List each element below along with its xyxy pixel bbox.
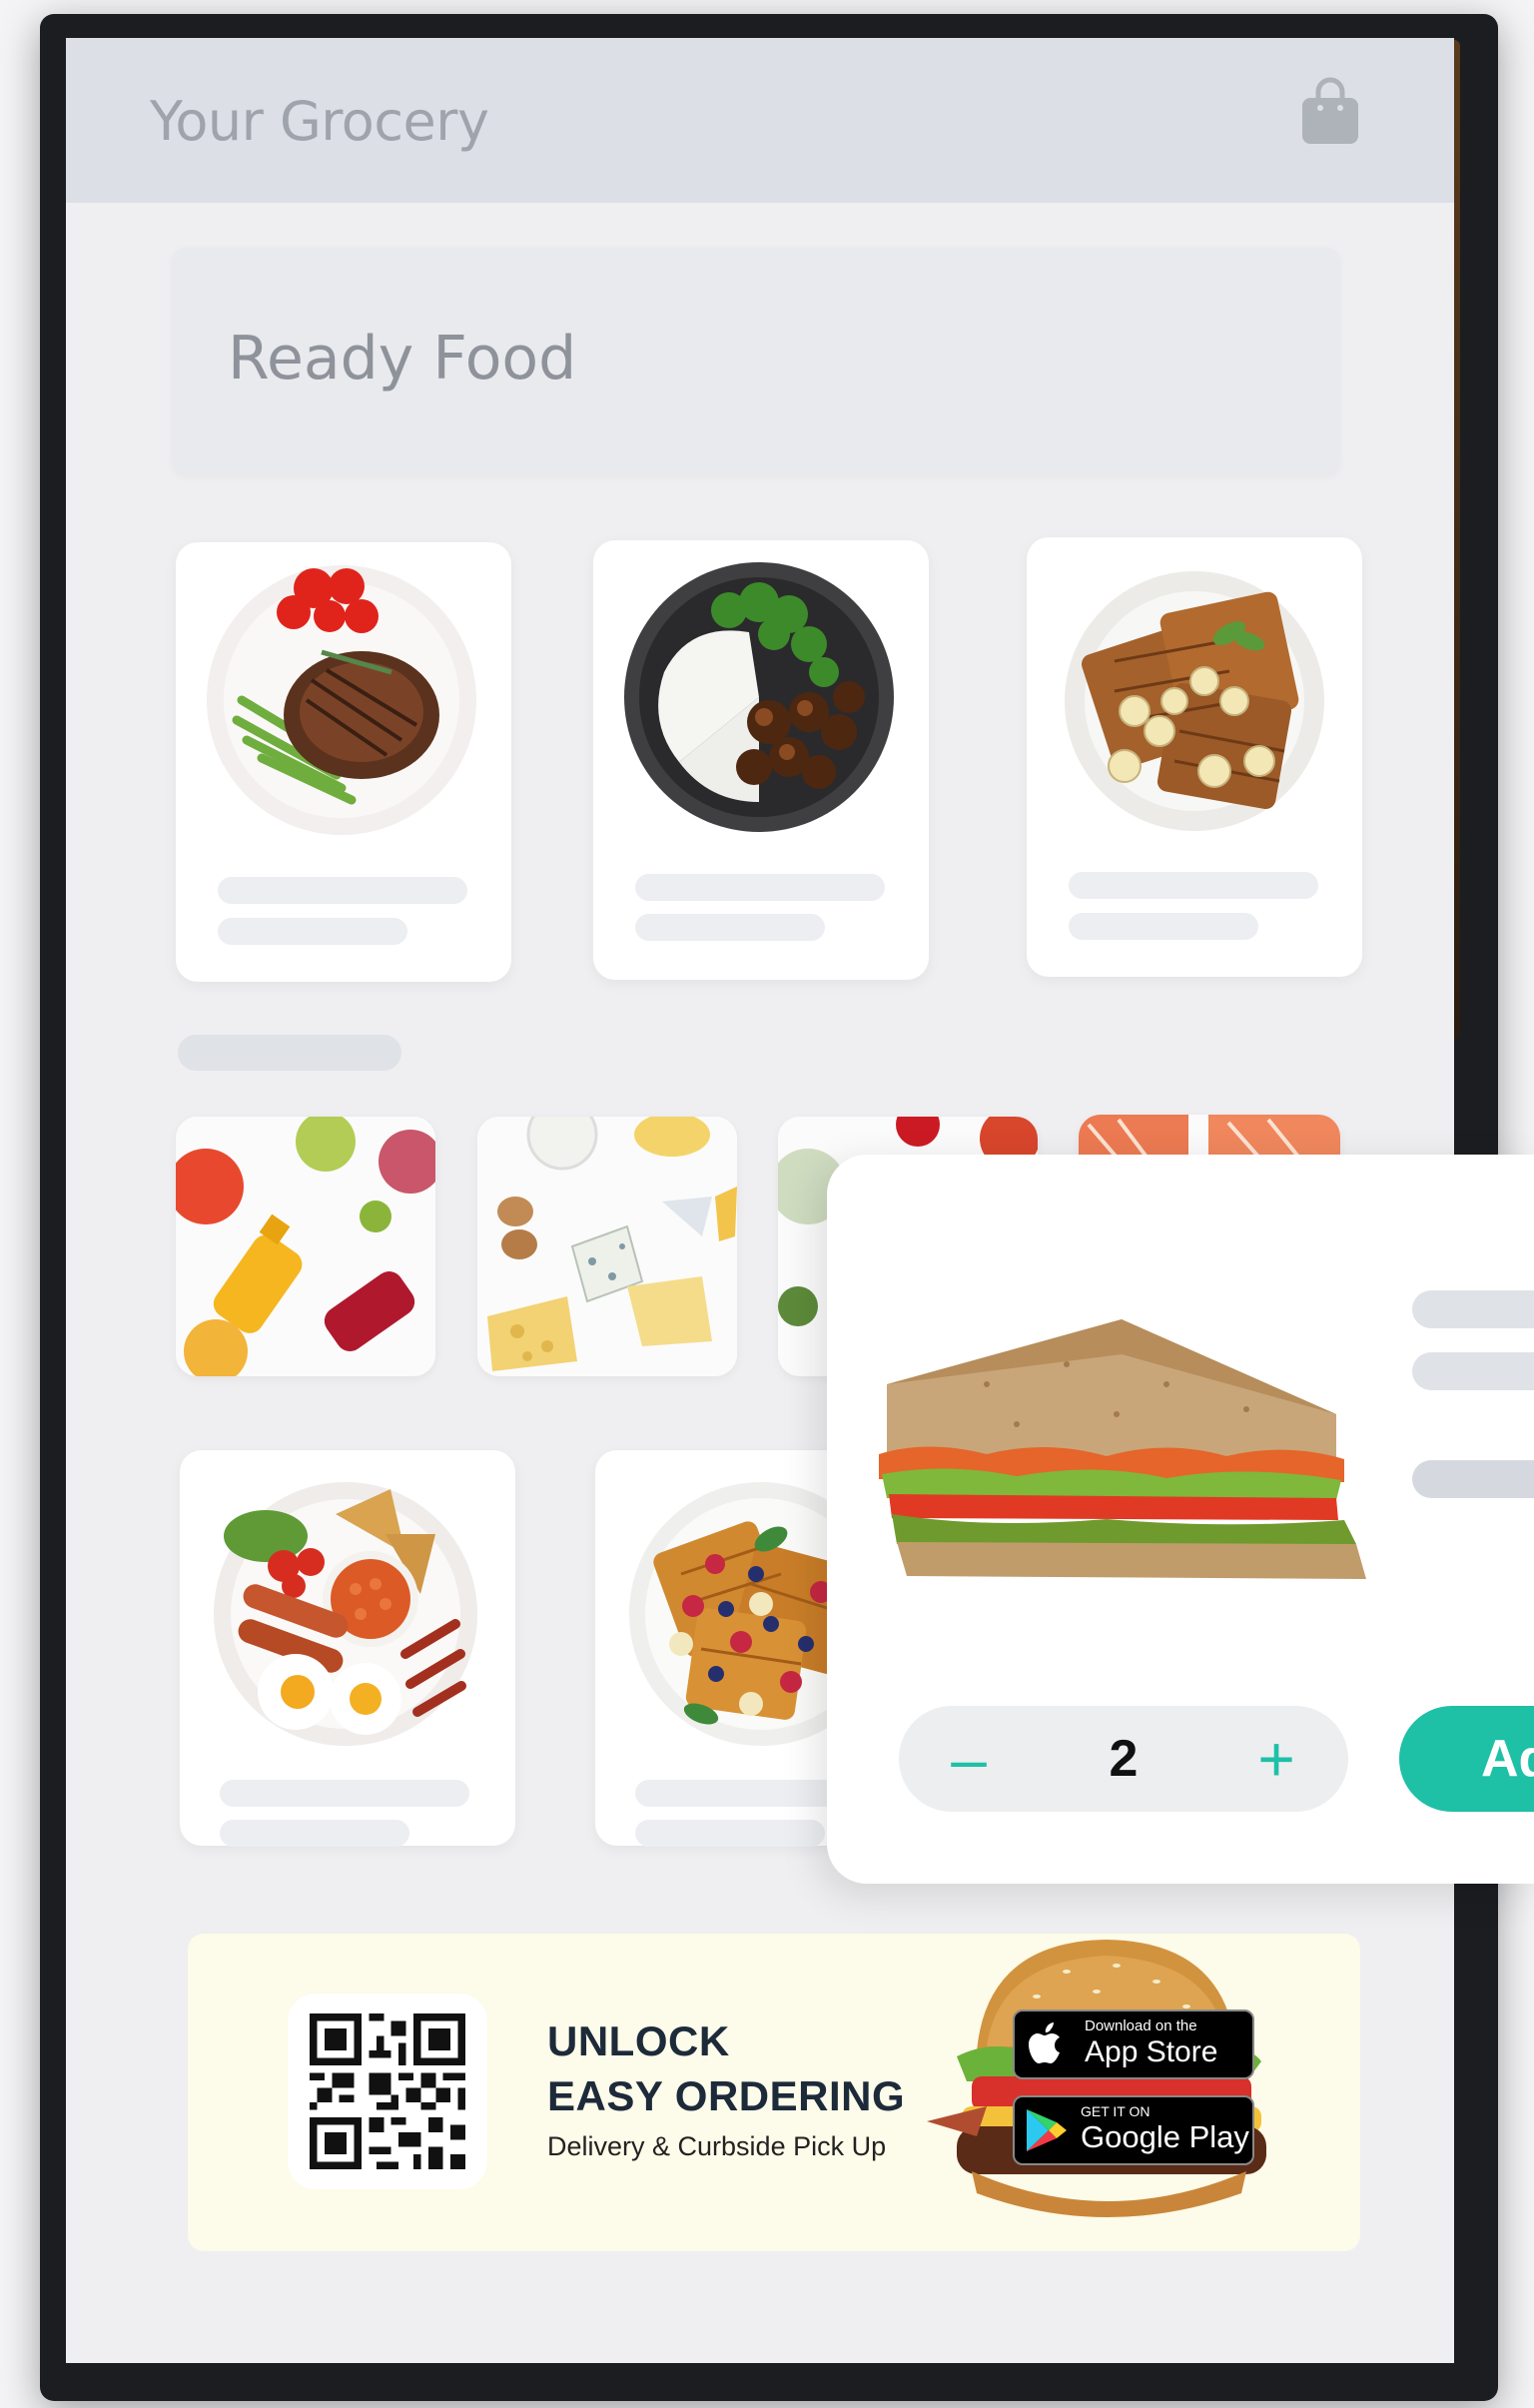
- juices-image: [176, 1117, 435, 1376]
- sandwich-image: [879, 1319, 1366, 1579]
- top-bar: Your Grocery: [66, 38, 1454, 203]
- placeholder-line: [635, 1820, 825, 1847]
- dairy-cheese-image: [477, 1117, 737, 1376]
- google-play-badge[interactable]: GET IT ON Google Play: [1013, 2095, 1254, 2165]
- burger-image: [927, 1940, 1266, 2217]
- steak-plate-image: [207, 565, 476, 835]
- placeholder-line: [635, 874, 885, 901]
- english-breakfast-image: [214, 1482, 477, 1746]
- subtitle-placeholder: [1412, 1352, 1534, 1390]
- product-detail-card: – 2 + Ad: [827, 1155, 1534, 1884]
- add-to-cart-button[interactable]: Ad: [1399, 1706, 1534, 1812]
- product-card[interactable]: [593, 540, 929, 980]
- promo-heading: UNLOCK EASY ORDERING: [547, 2017, 906, 2119]
- section-title: Ready Food: [228, 324, 577, 394]
- decrease-quantity-button[interactable]: –: [939, 1724, 999, 1794]
- placeholder-line: [218, 877, 467, 904]
- placeholder-line: [218, 918, 407, 945]
- app-store-badge[interactable]: Download on the App Store: [1013, 2009, 1254, 2079]
- google-play-small: GET IT ON: [1081, 2103, 1150, 2119]
- category-tile-juices[interactable]: [176, 1117, 435, 1376]
- price-placeholder: [1412, 1460, 1534, 1498]
- app-store-small: Download on the: [1085, 2017, 1197, 2034]
- app-download-banner: UNLOCK EASY ORDERING Delivery & Curbside…: [188, 1934, 1360, 2251]
- quantity-stepper: – 2 +: [899, 1706, 1348, 1812]
- category-tile-dairy[interactable]: [477, 1117, 737, 1376]
- waffle-plate-image: [1065, 571, 1324, 831]
- qr-code-icon: [310, 2013, 465, 2169]
- google-play-icon: [1025, 2107, 1069, 2158]
- rice-chicken-bowl-image: [624, 562, 894, 832]
- placeholder-line: [220, 1820, 409, 1847]
- product-card[interactable]: [176, 542, 511, 982]
- product-card[interactable]: [1027, 537, 1362, 977]
- title-placeholder: [1412, 1290, 1534, 1328]
- quantity-value: 2: [1109, 1730, 1139, 1788]
- qr-code[interactable]: [288, 1994, 487, 2189]
- promo-subtitle: Delivery & Curbside Pick Up: [547, 2131, 887, 2161]
- placeholder-line: [1069, 913, 1258, 940]
- product-card[interactable]: [180, 1450, 515, 1847]
- placeholder-line: [635, 914, 825, 941]
- apple-icon: [1027, 2019, 1067, 2072]
- section-header: Ready Food: [172, 248, 1340, 475]
- app-store-big: App Store: [1085, 2035, 1218, 2068]
- google-play-big: Google Play: [1081, 2119, 1249, 2154]
- shopping-bag-icon[interactable]: [1300, 76, 1360, 146]
- category-heading-placeholder: [178, 1035, 401, 1071]
- placeholder-line: [220, 1780, 469, 1807]
- placeholder-line: [1069, 872, 1318, 899]
- app-title: Your Grocery: [150, 90, 489, 153]
- increase-quantity-button[interactable]: +: [1246, 1724, 1306, 1794]
